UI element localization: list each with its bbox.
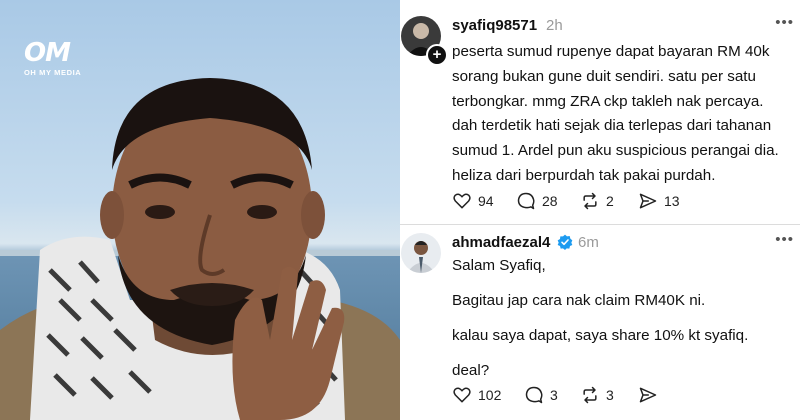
reply-count: 3 — [550, 387, 558, 403]
text-paragraph: Salam Syafiq, — [452, 257, 546, 274]
repost-icon — [583, 192, 597, 210]
avatar[interactable] — [401, 233, 441, 273]
logo-mark: OM — [24, 38, 71, 68]
heart-icon — [453, 193, 471, 209]
like-button[interactable]: 94 — [452, 190, 494, 212]
video-thumbnail[interactable]: OM OH MY MEDIA — [0, 0, 400, 420]
username[interactable]: ahmadfaezal4 — [452, 234, 550, 251]
share-count: 13 — [664, 193, 680, 209]
text-line: peserta sumud rupenye dapat bayaran RM 4… — [452, 43, 770, 60]
text-line: dah terdetik hati sejak dia terlepas dar… — [452, 117, 772, 135]
comment-icon — [525, 386, 543, 404]
post-time: 6m — [578, 234, 599, 251]
more-icon[interactable]: ••• — [775, 14, 794, 31]
post-time: 2h — [546, 17, 563, 34]
post-ahmadfaezal4: ahmadfaezal4 6m ••• Salam Syafiq, Bagita… — [400, 225, 800, 420]
share-icon — [639, 193, 657, 209]
reply-count: 28 — [542, 193, 558, 209]
oh-my-media-logo: OM OH MY MEDIA — [24, 40, 104, 77]
threads-panel: + syafiq98571 2h ••• peserta sumud rupen… — [400, 0, 800, 420]
repost-button[interactable]: 3 — [580, 384, 614, 406]
repost-icon — [583, 386, 597, 404]
share-button[interactable] — [638, 384, 664, 406]
repost-button[interactable]: 2 — [580, 190, 614, 212]
more-icon[interactable]: ••• — [775, 231, 794, 248]
reply-button[interactable]: 3 — [524, 384, 558, 406]
reply-button[interactable]: 28 — [516, 190, 558, 212]
like-count: 102 — [478, 387, 502, 403]
post-syafiq98571: + syafiq98571 2h ••• peserta sumud rupen… — [400, 0, 800, 224]
like-count: 94 — [478, 193, 494, 209]
follow-plus-icon[interactable]: + — [426, 44, 448, 66]
post-text: Salam Syafiq, Bagitau jap cara nak claim… — [452, 255, 796, 393]
logo-subtitle: OH MY MEDIA — [24, 68, 82, 77]
text-line: terbongkar. mmg ZRA ckp takleh nak perca… — [452, 92, 764, 110]
username[interactable]: syafiq98571 — [452, 17, 537, 34]
text-line: heliza dari berpurdah tak pakai purdah. — [452, 166, 716, 184]
repost-count: 2 — [606, 193, 614, 209]
text-paragraph: kalau saya dapat, saya share 10% kt syaf… — [452, 327, 749, 344]
heart-icon — [453, 387, 471, 403]
post-actions: 102 3 3 — [452, 384, 782, 406]
text-paragraph: deal? — [452, 362, 490, 379]
like-button[interactable]: 102 — [452, 384, 501, 406]
share-icon — [639, 387, 657, 403]
post-text: peserta sumud rupenye dapat bayaran RM 4… — [452, 40, 796, 189]
verified-badge-icon — [557, 234, 573, 250]
repost-count: 3 — [606, 387, 614, 403]
text-line: sorang bukan gune duit sendiri. satu per… — [452, 67, 756, 85]
comment-icon — [517, 192, 535, 210]
post-actions: 94 28 2 13 — [452, 190, 782, 212]
text-paragraph: Bagitau jap cara nak claim RM40K ni. — [452, 292, 706, 309]
share-button[interactable]: 13 — [638, 190, 680, 212]
text-line: sumud 1. Ardel pun aku suspicious perang… — [452, 142, 779, 160]
